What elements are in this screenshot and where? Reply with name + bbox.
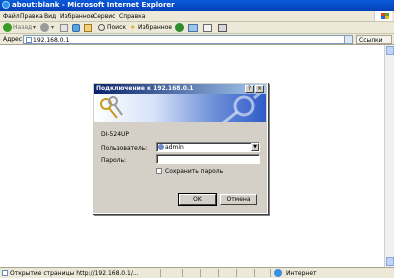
favorites-button-label[interactable]: Избранное	[138, 24, 172, 31]
history-icon[interactable]	[188, 24, 198, 32]
username-dropdown-icon[interactable]: ▼	[251, 143, 259, 151]
links-button[interactable]: Ссылки	[356, 35, 392, 44]
username-value: admin	[165, 144, 184, 151]
search-icon[interactable]	[98, 24, 105, 31]
search-button-label[interactable]: Поиск	[107, 24, 126, 31]
scroll-down-icon[interactable]	[386, 257, 394, 266]
user-icon	[158, 144, 164, 150]
home-icon[interactable]	[84, 24, 92, 32]
username-label: Пользователь:	[101, 145, 148, 152]
stop-icon[interactable]	[60, 24, 68, 32]
back-dropdown-icon[interactable]: ▾	[33, 24, 36, 31]
back-button-label[interactable]: Назад	[13, 24, 32, 31]
forward-dropdown-icon[interactable]: ▾	[51, 24, 54, 31]
password-field[interactable]	[156, 154, 260, 164]
menu-view[interactable]: Вид	[44, 13, 56, 20]
page-loading-icon	[2, 270, 8, 276]
password-label: Пароль:	[101, 157, 127, 164]
scroll-up-icon[interactable]	[386, 46, 394, 55]
internet-zone-icon	[274, 269, 282, 277]
remember-label[interactable]: Сохранить пароль	[165, 168, 223, 175]
device-name: DI-524UP	[101, 131, 130, 138]
menu-help[interactable]: Справка	[119, 13, 145, 20]
menu-bar: Файл Правка Вид Избранное Сервис Справка	[0, 11, 394, 22]
favorites-star-icon[interactable]: ★	[130, 24, 135, 31]
menu-favorites[interactable]: Избранное	[60, 13, 94, 20]
address-bar: Адрес 192.168.0.1 Ссылки	[0, 34, 394, 45]
window-title: about:blank - Microsoft Internet Explore…	[12, 1, 175, 9]
page-icon	[26, 37, 32, 43]
toolbar: Назад ▾ ▾ Поиск ★ Избранное	[0, 22, 394, 34]
vertical-scrollbar[interactable]	[384, 45, 394, 267]
status-text: Открытие страницы http://192.168.0.1/...	[10, 270, 139, 277]
back-icon[interactable]	[3, 23, 12, 32]
menu-file[interactable]: Файл	[3, 13, 20, 20]
dialog-titlebar[interactable]: Подключение к 192.168.0.1 ? ×	[94, 84, 266, 94]
status-bar: Открытие страницы http://192.168.0.1/...…	[0, 267, 394, 278]
ie-logo-icon	[2, 1, 10, 9]
login-dialog: Подключение к 192.168.0.1 ? × DI-524UP П…	[92, 82, 268, 214]
window-titlebar[interactable]: about:blank - Microsoft Internet Explore…	[0, 0, 394, 11]
keys-icon	[100, 94, 262, 122]
menu-tools[interactable]: Сервис	[93, 13, 115, 20]
help-button[interactable]: ?	[245, 85, 254, 93]
address-label: Адрес	[3, 36, 23, 43]
cancel-button[interactable]: Отмена	[220, 194, 257, 205]
username-field[interactable]: admin ▼	[156, 142, 260, 152]
dialog-title: Подключение к 192.168.0.1	[96, 85, 194, 92]
forward-icon[interactable]	[40, 23, 49, 32]
address-dropdown-icon[interactable]	[344, 36, 352, 43]
refresh-icon[interactable]	[72, 24, 80, 32]
media-icon[interactable]	[175, 23, 184, 32]
menu-edit[interactable]: Правка	[20, 13, 43, 20]
address-input[interactable]: 192.168.0.1	[23, 35, 353, 44]
ok-button[interactable]: OK	[178, 193, 217, 206]
links-label: Ссылки	[359, 37, 383, 44]
mail-icon[interactable]	[203, 24, 212, 32]
windows-logo-icon	[374, 11, 392, 21]
dialog-banner	[94, 94, 266, 122]
address-value[interactable]: 192.168.0.1	[33, 37, 69, 44]
remember-checkbox[interactable]	[156, 168, 162, 174]
print-icon[interactable]	[218, 24, 227, 32]
close-button[interactable]: ×	[255, 85, 264, 93]
zone-text: Интернет	[286, 270, 317, 277]
